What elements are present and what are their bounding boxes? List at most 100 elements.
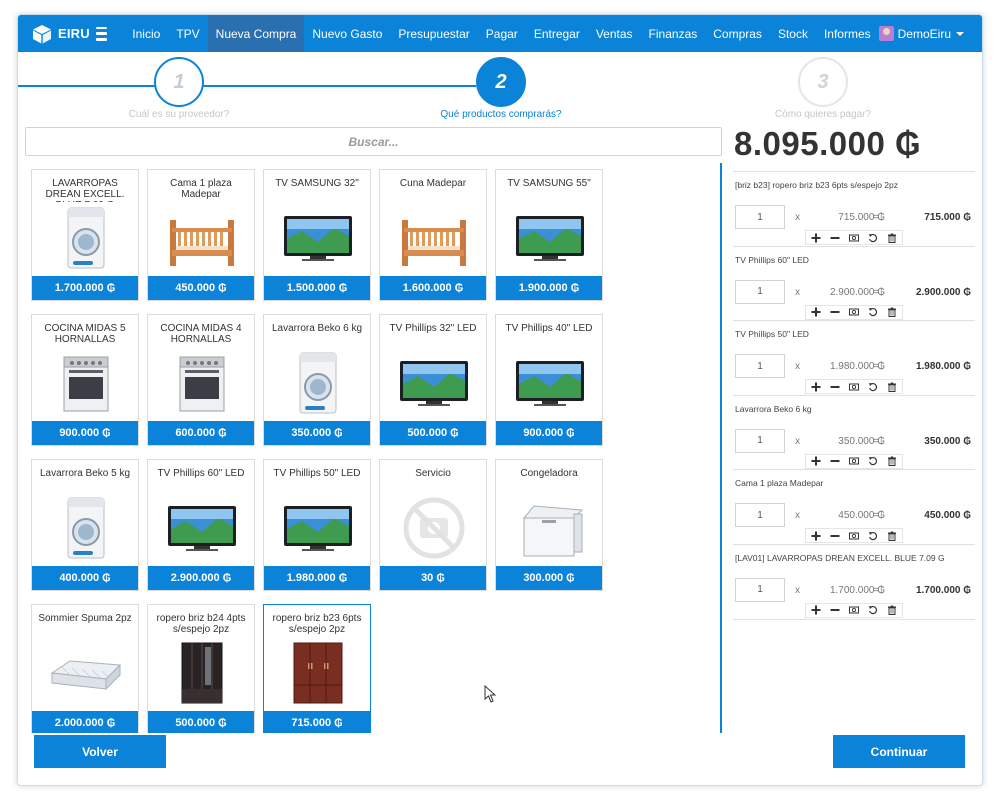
- product-card[interactable]: Lavarrora Beko 6 kg 350.000 ₲: [263, 314, 371, 446]
- plus-icon[interactable]: [810, 232, 821, 243]
- money-icon[interactable]: [848, 307, 859, 318]
- cart-item-subtotal: 450.000 ₲: [924, 510, 971, 522]
- user-menu[interactable]: DemoEiru: [878, 26, 982, 41]
- product-card[interactable]: TV Phillips 40" LED 900.000 ₲: [495, 314, 603, 446]
- back-button[interactable]: Volver: [34, 735, 166, 768]
- nav-item-nuevo-gasto[interactable]: Nuevo Gasto: [304, 15, 390, 52]
- cart-divider: [733, 618, 975, 620]
- minus-icon[interactable]: [829, 307, 840, 318]
- product-price: 2.000.000 ₲: [32, 711, 138, 733]
- search-input[interactable]: [25, 127, 722, 156]
- money-icon[interactable]: [848, 530, 859, 541]
- product-card[interactable]: Lavarrora Beko 5 kg 400.000 ₲: [31, 459, 139, 591]
- product-card[interactable]: Sommier Spuma 2pz 2.000.000 ₲: [31, 604, 139, 733]
- product-card[interactable]: Servicio 30 ₲: [379, 459, 487, 591]
- product-price: 900.000 ₲: [32, 421, 138, 445]
- cart-item-qty-input[interactable]: [735, 279, 785, 304]
- nav-item-tpv[interactable]: TPV: [168, 15, 207, 52]
- trash-icon[interactable]: [887, 381, 898, 392]
- undo-icon[interactable]: [868, 605, 879, 616]
- product-card[interactable]: LAVARROPAS DREAN EXCELL. BLUE 7.09 G 1.70…: [31, 169, 139, 301]
- product-card[interactable]: COCINA MIDAS 5 HORNALLAS 900.000 ₲: [31, 314, 139, 446]
- minus-icon[interactable]: [829, 232, 840, 243]
- cart-item-name: [briz b23] ropero briz b23 6pts s/espejo…: [735, 180, 899, 190]
- minus-icon[interactable]: [829, 381, 840, 392]
- undo-icon[interactable]: [868, 381, 879, 392]
- nav-item-presupuestar[interactable]: Presupuestar: [390, 15, 477, 52]
- washing-machine-icon: [46, 204, 126, 272]
- undo-icon[interactable]: [868, 307, 879, 318]
- product-price: 450.000 ₲: [148, 276, 254, 300]
- cart-item-qty-input[interactable]: [735, 503, 785, 528]
- step-2-label: Qué productos comprarás?: [440, 109, 562, 120]
- nav-item-stock[interactable]: Stock: [770, 15, 816, 52]
- step-1-circle[interactable]: 1: [154, 57, 204, 107]
- product-name: COCINA MIDAS 4 HORNALLAS: [160, 323, 242, 345]
- product-card[interactable]: TV Phillips 60" LED 2.900.000 ₲: [147, 459, 255, 591]
- tv-icon: [162, 494, 242, 562]
- user-name: DemoEiru: [897, 26, 951, 41]
- undo-icon[interactable]: [868, 456, 879, 467]
- nav-item-finanzas[interactable]: Finanzas: [641, 15, 706, 52]
- product-card[interactable]: ropero briz b23 6pts s/espejo 2pz 715.000…: [263, 604, 371, 733]
- plus-icon[interactable]: [810, 605, 821, 616]
- nav-item-compras[interactable]: Compras: [705, 15, 770, 52]
- product-name: Sommier Spuma 2pz: [38, 613, 132, 624]
- money-icon[interactable]: [848, 605, 859, 616]
- wardrobe-icon: [278, 639, 358, 707]
- trash-icon[interactable]: [887, 530, 898, 541]
- product-card[interactable]: TV SAMSUNG 55" 1.900.000 ₲: [495, 169, 603, 301]
- money-icon[interactable]: [848, 456, 859, 467]
- product-card[interactable]: Cuna Madepar 1.600.000 ₲: [379, 169, 487, 301]
- cart-item-qty-input[interactable]: [735, 428, 785, 453]
- nav-item-entregar[interactable]: Entregar: [526, 15, 588, 52]
- brand[interactable]: EIRU: [18, 24, 96, 44]
- continue-button[interactable]: Continuar: [833, 735, 965, 768]
- product-card[interactable]: Cama 1 plaza Madepar 450.000 ₲: [147, 169, 255, 301]
- menu-toggle-icon[interactable]: [96, 26, 108, 41]
- plus-icon[interactable]: [810, 530, 821, 541]
- product-price: 715.000 ₲: [264, 711, 370, 733]
- nav-items: Inicio TPV Nueva Compra Nuevo Gasto Presupue…: [124, 15, 878, 52]
- product-card[interactable]: Congeladora 300.000 ₲: [495, 459, 603, 591]
- nav-item-informes[interactable]: Informes: [816, 15, 879, 52]
- product-card[interactable]: TV SAMSUNG 32" 1.500.000 ₲: [263, 169, 371, 301]
- trash-icon[interactable]: [887, 456, 898, 467]
- cart-item-name: Cama 1 plaza Madepar: [735, 478, 824, 489]
- money-icon[interactable]: [848, 381, 859, 392]
- product-name: Cuna Madepar: [399, 178, 467, 189]
- product-name: ropero briz b24 4pts s/espejo 2pz: [156, 613, 246, 635]
- minus-icon[interactable]: [829, 605, 840, 616]
- undo-icon[interactable]: [868, 232, 879, 243]
- product-name: COCINA MIDAS 5 HORNALLAS: [44, 323, 126, 345]
- minus-icon[interactable]: [829, 456, 840, 467]
- minus-icon[interactable]: [829, 530, 840, 541]
- money-icon[interactable]: [848, 232, 859, 243]
- product-card[interactable]: TV Phillips 32" LED 500.000 ₲: [379, 314, 487, 446]
- product-card[interactable]: COCINA MIDAS 4 HORNALLAS 600.000 ₲: [147, 314, 255, 446]
- step-2-circle[interactable]: 2: [476, 57, 526, 107]
- plus-icon[interactable]: [810, 456, 821, 467]
- cart-item-qty-input[interactable]: [735, 354, 785, 379]
- cart-item-qty-input[interactable]: [735, 205, 785, 229]
- product-card[interactable]: ropero briz b24 4pts s/espejo 2pz 500.000…: [147, 604, 255, 733]
- product-price: 1.600.000 ₲: [380, 276, 486, 300]
- cart-item: [briz b23] ropero briz b23 6pts s/espejo…: [733, 171, 975, 246]
- product-card[interactable]: TV Phillips 50" LED 1.980.000 ₲: [263, 459, 371, 591]
- cart-item: [LAV01] LAVARROPAS DREAN EXCELL. BLUE 7.…: [733, 543, 975, 619]
- cart-item-qty-input[interactable]: [735, 577, 785, 602]
- plus-icon[interactable]: [810, 307, 821, 318]
- undo-icon[interactable]: [868, 530, 879, 541]
- nav-item-pagar[interactable]: Pagar: [478, 15, 526, 52]
- trash-icon[interactable]: [887, 307, 898, 318]
- trash-icon[interactable]: [887, 605, 898, 616]
- product-name: Servicio: [415, 468, 451, 479]
- nav-item-inicio[interactable]: Inicio: [124, 15, 168, 52]
- trash-icon[interactable]: [887, 232, 898, 243]
- nav-item-nueva-compra[interactable]: Nueva Compra: [207, 15, 305, 52]
- step-3-circle[interactable]: 3: [798, 57, 848, 107]
- product-grid-scrollbar[interactable]: [720, 163, 722, 733]
- nav-item-ventas[interactable]: Ventas: [588, 15, 641, 52]
- product-name: Cama 1 plaza Madepar: [170, 178, 232, 200]
- plus-icon[interactable]: [810, 381, 821, 392]
